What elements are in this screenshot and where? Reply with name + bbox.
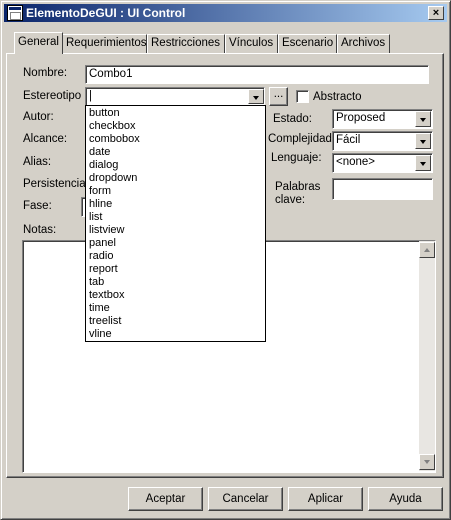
nombre-input[interactable]: Combo1 — [85, 65, 429, 84]
title-bar[interactable]: ElementoDeGUI : UI Control — [4, 4, 447, 22]
estado-value: Proposed — [336, 112, 386, 124]
palabras-clave-label-2: clave: — [275, 194, 306, 206]
list-item[interactable]: treelist — [86, 315, 265, 328]
notas-label: Notas: — [23, 224, 57, 236]
list-item[interactable]: report — [86, 263, 265, 276]
tab-archivos[interactable]: Archivos — [337, 34, 390, 53]
palabras-clave-label: Palabras — [275, 181, 321, 193]
tab-label: Restricciones — [151, 37, 221, 49]
list-item[interactable]: dropdown — [86, 172, 265, 185]
fase-label: Fase: — [23, 200, 52, 212]
list-item[interactable]: date — [86, 146, 265, 159]
lenguaje-value: <none> — [336, 156, 376, 168]
tab-label: Archivos — [341, 37, 386, 49]
list-item[interactable]: vline — [86, 328, 265, 341]
scroll-down-icon[interactable] — [419, 454, 435, 470]
cancelar-button[interactable]: Cancelar — [208, 487, 283, 511]
tab-label: Escenario — [282, 37, 334, 49]
close-button[interactable]: × — [428, 6, 444, 20]
aceptar-button[interactable]: Aceptar — [128, 487, 203, 511]
list-item[interactable]: panel — [86, 237, 265, 250]
estereotipo-label: Estereotipo — [23, 90, 82, 102]
tab-restricciones[interactable]: Restricciones — [147, 34, 225, 53]
alcance-label: Alcance: — [23, 133, 68, 145]
complejidad-dropdown-button[interactable] — [415, 133, 431, 149]
palabras-clave-input[interactable] — [332, 178, 433, 200]
abstracto-checkbox[interactable] — [296, 90, 309, 103]
scroll-up-icon[interactable] — [419, 242, 435, 258]
autor-label: Autor: — [23, 111, 54, 123]
tab-requerimientos[interactable]: Requerimientos — [62, 34, 147, 53]
ellipsis-button[interactable]: ... — [269, 87, 288, 106]
estado-label: Estado: — [273, 113, 312, 125]
abstracto-label: Abstracto — [313, 91, 362, 103]
estereotipo-dropdown-button[interactable] — [248, 89, 264, 104]
list-item[interactable]: button — [86, 107, 265, 120]
list-item[interactable]: checkbox — [86, 120, 265, 133]
complejidad-value: Fácil — [336, 134, 361, 146]
list-item[interactable]: form — [86, 185, 265, 198]
alias-label: Alias: — [23, 156, 52, 168]
estereotipo-combo[interactable]: | — [85, 87, 265, 106]
tab-label: Vínculos — [229, 37, 274, 49]
list-item[interactable]: list — [86, 211, 265, 224]
lenguaje-label: Lenguaje: — [271, 152, 322, 164]
list-item[interactable]: time — [86, 302, 265, 315]
notas-scrollbar[interactable] — [419, 241, 435, 471]
list-item[interactable]: combobox — [86, 133, 265, 146]
persistencia-label: Persistencia: — [23, 178, 89, 190]
tab-general[interactable]: General — [14, 32, 63, 54]
tab-label: General — [18, 36, 59, 48]
list-item[interactable]: tab — [86, 276, 265, 289]
estado-dropdown-button[interactable] — [415, 111, 431, 127]
estereotipo-dropdown-list[interactable]: button checkbox combobox date dialog dro… — [85, 105, 266, 342]
list-item[interactable]: textbox — [86, 289, 265, 302]
text-cursor: | — [89, 90, 92, 102]
list-item[interactable]: radio — [86, 250, 265, 263]
tab-vinculos[interactable]: Vínculos — [225, 34, 278, 53]
complejidad-label: Complejidad: — [268, 133, 336, 145]
list-item[interactable]: dialog — [86, 159, 265, 172]
tab-label: Requerimientos — [66, 37, 147, 49]
aplicar-button[interactable]: Aplicar — [288, 487, 363, 511]
ayuda-button[interactable]: Ayuda — [368, 487, 443, 511]
window-title: ElementoDeGUI : UI Control — [26, 6, 186, 20]
dialog-window: ElementoDeGUI : UI Control × Requerimien… — [0, 0, 451, 520]
tab-escenario[interactable]: Escenario — [278, 34, 337, 53]
nombre-label: Nombre: — [23, 67, 68, 79]
list-item[interactable]: listview — [86, 224, 265, 237]
lenguaje-dropdown-button[interactable] — [415, 155, 431, 171]
list-item[interactable]: hline — [86, 198, 265, 211]
app-icon — [7, 5, 23, 21]
